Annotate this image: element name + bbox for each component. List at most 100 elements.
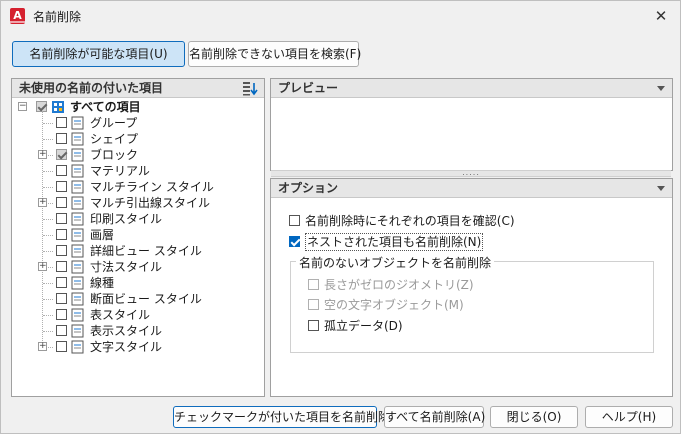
tree-guide (43, 283, 53, 284)
tree-guide (43, 235, 53, 236)
tree-guide (43, 187, 53, 188)
tree-item-checkbox[interactable] (56, 245, 67, 256)
dimension-style-icon (71, 260, 84, 274)
empty-text-label: 空の文字オブジェクト(M) (324, 298, 464, 312)
tree-item-layer[interactable]: 画層 (38, 227, 258, 243)
tree-item-shape[interactable]: シェイプ (38, 131, 258, 147)
unnamed-objects-group-title: 名前のないオブジェクトを名前削除 (296, 254, 495, 271)
tree-item-table-style[interactable]: 表スタイル (38, 307, 258, 323)
tree-item-label: マテリアル (90, 164, 150, 178)
expand-icon[interactable]: + (38, 150, 47, 159)
layer-icon (71, 228, 84, 242)
tree-item-section-view-style[interactable]: 断面ビュー スタイル (38, 291, 258, 307)
collapse-chevron-icon[interactable] (657, 186, 665, 191)
purge-all-button[interactable]: すべて名前削除(A) (384, 406, 485, 428)
help-button[interactable]: ヘルプ(H) (585, 406, 673, 428)
detail-view-style-icon (71, 244, 84, 258)
tree-item-checkbox[interactable] (56, 133, 67, 144)
tree-item-checkbox[interactable] (56, 277, 67, 288)
tree-item-checkbox[interactable] (56, 261, 67, 272)
tree-item-checkbox[interactable] (56, 165, 67, 176)
autocad-app-icon: A (10, 8, 25, 24)
expand-icon[interactable]: + (38, 342, 47, 351)
tree-item-label: 印刷スタイル (90, 212, 163, 226)
expand-icon[interactable]: + (38, 198, 47, 207)
tree-item-checkbox[interactable] (56, 197, 67, 208)
section-view-style-icon (71, 292, 84, 306)
shape-icon (71, 132, 84, 146)
zero-length-label: 長さがゼロのジオメトリ(Z) (324, 278, 474, 292)
tree-item-label: 画層 (90, 228, 115, 242)
window-title: 名前削除 (33, 10, 82, 24)
purge-nested-label: ネストされた項目も名前削除(N) (305, 233, 484, 251)
tree-guide (43, 219, 53, 220)
tree-item-detail-view-style[interactable]: 詳細ビュー スタイル (38, 243, 258, 259)
empty-text-checkbox (308, 299, 319, 310)
tree-item-block[interactable]: + ブロック (38, 147, 258, 163)
tree-panel-header: 未使用の名前の付いた項目 (12, 79, 264, 98)
tree-guide (43, 315, 53, 316)
tree-item-label: 詳細ビュー スタイル (90, 244, 202, 258)
purgeable-items-button[interactable]: 名前削除が可能な項目(U) (12, 41, 185, 67)
tree-item-label: マルチ引出線スタイル (90, 196, 211, 210)
confirm-each-checkbox[interactable] (289, 215, 300, 226)
collapse-icon[interactable]: − (18, 102, 27, 111)
orphaned-data-label: 孤立データ(D) (324, 319, 403, 333)
close-button[interactable]: 閉じる(O) (490, 406, 578, 428)
tree-item-checkbox[interactable] (56, 309, 67, 320)
tree-item-plot-style[interactable]: 印刷スタイル (38, 211, 258, 227)
all-items-icon (52, 101, 64, 113)
tree-item-label: シェイプ (90, 132, 139, 146)
tree-item-label: 表示スタイル (90, 324, 163, 338)
tree-item-group[interactable]: グループ (38, 115, 258, 131)
group-icon (71, 116, 84, 130)
tree-item-label: マルチライン スタイル (90, 180, 214, 194)
text-style-icon (71, 340, 84, 354)
purge-nested-checkbox[interactable] (289, 236, 300, 247)
tree-item-checkbox[interactable] (56, 117, 67, 128)
multiline-style-icon (71, 180, 84, 194)
options-panel-header[interactable]: オプション (271, 179, 672, 198)
tree-item-dimension-style[interactable]: + 寸法スタイル (38, 259, 258, 275)
tree-guide (43, 251, 53, 252)
preview-panel-header[interactable]: プレビュー (271, 79, 672, 98)
tree-item-text-style[interactable]: + 文字スタイル (38, 339, 258, 355)
sort-icon[interactable] (242, 81, 258, 96)
visual-style-icon (71, 324, 84, 338)
options-panel-title: オプション (278, 181, 339, 195)
splitter-handle[interactable]: ..... (271, 169, 671, 177)
tree-root-label: すべての項目 (70, 100, 141, 114)
table-style-icon (71, 308, 84, 322)
tree-item-checkbox[interactable] (56, 293, 67, 304)
tree-item-visual-style[interactable]: 表示スタイル (38, 323, 258, 339)
close-icon[interactable]: ✕ (648, 4, 674, 28)
tree-item-multiline-style[interactable]: マルチライン スタイル (38, 179, 258, 195)
tree-item-label: グループ (90, 116, 138, 130)
tree-item-material[interactable]: マテリアル (38, 163, 258, 179)
tree-item-label: ブロック (90, 148, 139, 162)
collapse-chevron-icon[interactable] (657, 86, 665, 91)
tree-item-label: 線種 (90, 276, 115, 290)
tree-guide (43, 299, 53, 300)
purge-checked-button[interactable]: チェックマークが付いた項目を名前削除(P) (173, 406, 407, 428)
tree-item-linetype[interactable]: 線種 (38, 275, 258, 291)
tree-guide (43, 331, 53, 332)
tree-item-checkbox[interactable] (56, 341, 67, 352)
orphaned-data-checkbox[interactable] (308, 320, 319, 331)
tree-item-checkbox[interactable] (56, 213, 67, 224)
tree-guide (43, 171, 53, 172)
zero-length-checkbox (308, 279, 319, 290)
tree-guide (43, 123, 53, 124)
tree-item-checkbox[interactable] (56, 229, 67, 240)
expand-icon[interactable]: + (38, 262, 47, 271)
tree-item-checkbox[interactable] (56, 149, 67, 160)
tree-guide (43, 139, 53, 140)
linetype-icon (71, 276, 84, 290)
find-non-purgeable-button[interactable]: 名前削除できない項目を検索(F) (188, 41, 361, 67)
tree-item-multileader-style[interactable]: + マルチ引出線スタイル (38, 195, 258, 211)
title-bar[interactable]: A 名前削除 ✕ (1, 1, 680, 31)
tree-item-checkbox[interactable] (56, 325, 67, 336)
multileader-style-icon (71, 196, 84, 210)
purge-dialog: A 名前削除 ✕ 名前削除が可能な項目(U) 名前削除できない項目を検索(F) … (0, 0, 681, 434)
tree-item-checkbox[interactable] (56, 181, 67, 192)
